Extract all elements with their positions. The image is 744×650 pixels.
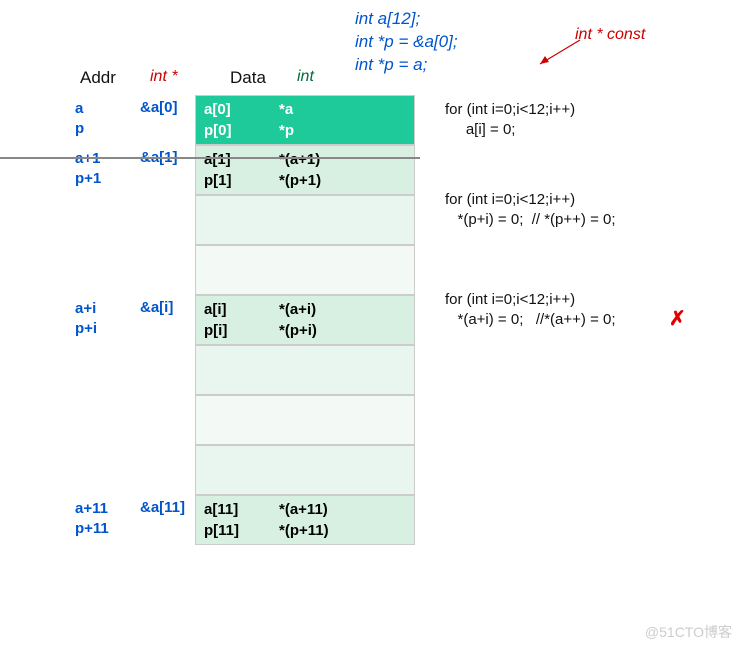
data-cell: a[1]*(a+1)p[1]*(p+1) [195, 145, 415, 195]
table-row: a+1p+1&a[1]a[1]*(a+1)p[1]*(p+1) [75, 145, 415, 195]
addr-cell [75, 195, 140, 245]
declaration-block: int a[12]; int *p = &a[0]; int *p = a; [355, 8, 458, 77]
table-row: a+11p+11&a[11]a[11]*(a+11)p[11]*(p+11) [75, 495, 415, 545]
watermark: @51CTO博客 [645, 622, 732, 642]
ptr-cell: &a[1] [140, 145, 195, 195]
code-block-2: for (int i=0;i<12;i++) *(p+i) = 0; // *(… [445, 190, 616, 231]
data-cell [195, 345, 415, 395]
header-int: int [297, 68, 314, 86]
array-table: ap&a[0]a[0]*ap[0]*pa+1p+1&a[1]a[1]*(a+1)… [75, 95, 415, 545]
table-row: ap&a[0]a[0]*ap[0]*p [75, 95, 415, 145]
addr-cell: a+ip+i [75, 295, 140, 345]
cross-icon: ✗ [669, 306, 686, 331]
const-label: int * const [575, 26, 645, 44]
data-cell [195, 195, 415, 245]
ptr-cell: &a[11] [140, 495, 195, 545]
ptr-cell: &a[i] [140, 295, 195, 345]
addr-cell: a+1p+1 [75, 145, 140, 195]
decl-line-1: int a[12]; [355, 8, 458, 31]
data-cell: a[i]*(a+i)p[i]*(p+i) [195, 295, 415, 345]
code-block-1: for (int i=0;i<12;i++) a[i] = 0; [445, 100, 575, 141]
addr-cell [75, 395, 140, 445]
decl-line-3: int *p = a; [355, 54, 458, 77]
table-row [75, 195, 415, 245]
ptr-cell [140, 345, 195, 395]
table-row [75, 345, 415, 395]
table-row [75, 395, 415, 445]
data-cell [195, 395, 415, 445]
table-row [75, 245, 415, 295]
ptr-cell [140, 195, 195, 245]
data-cell: a[0]*ap[0]*p [195, 95, 415, 145]
addr-cell: a+11p+11 [75, 495, 140, 545]
data-cell [195, 445, 415, 495]
ptr-cell [140, 395, 195, 445]
addr-cell: ap [75, 95, 140, 145]
addr-cell [75, 345, 140, 395]
ptr-cell [140, 445, 195, 495]
table-row [75, 445, 415, 495]
ptr-cell [140, 245, 195, 295]
table-row: a+ip+i&a[i]a[i]*(a+i)p[i]*(p+i) [75, 295, 415, 345]
header-data: Data [230, 68, 266, 88]
addr-cell [75, 445, 140, 495]
ptr-cell: &a[0] [140, 95, 195, 145]
decl-line-2: int *p = &a[0]; [355, 31, 458, 54]
data-cell: a[11]*(a+11)p[11]*(p+11) [195, 495, 415, 545]
code-block-3: for (int i=0;i<12;i++) *(a+i) = 0; //*(a… [445, 290, 616, 331]
header-addr: Addr [80, 68, 116, 88]
addr-cell [75, 245, 140, 295]
header-intptr: int * [150, 68, 178, 86]
data-cell [195, 245, 415, 295]
row-separator-line [0, 157, 420, 159]
